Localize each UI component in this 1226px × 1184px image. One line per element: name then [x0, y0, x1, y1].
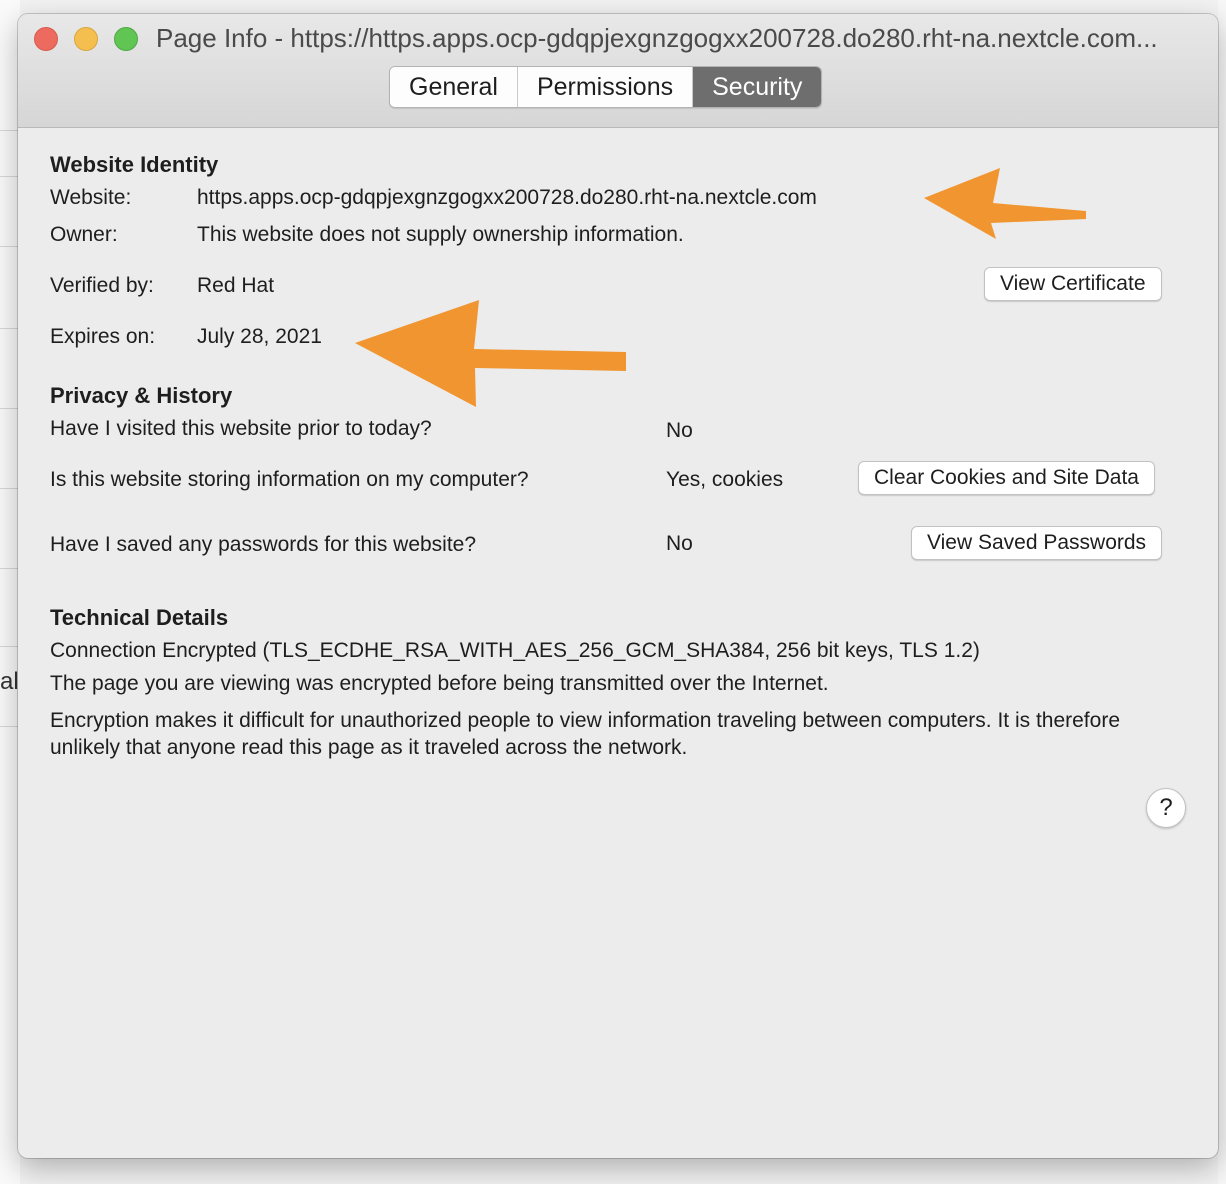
zoom-window-button[interactable]	[114, 27, 138, 51]
background-divider	[0, 726, 20, 727]
background-text: al	[0, 668, 19, 695]
technical-details-heading: Technical Details	[50, 605, 229, 630]
background-window-right	[1218, 0, 1226, 1184]
background-divider	[0, 246, 20, 247]
background-divider	[0, 130, 20, 131]
encrypted-transmission-text: The page you are viewing was encrypted b…	[50, 672, 829, 695]
minimize-window-button[interactable]	[74, 27, 98, 51]
tab-security[interactable]: Security	[693, 67, 822, 107]
view-saved-passwords-button[interactable]: View Saved Passwords	[911, 526, 1163, 560]
security-panel: Website Identity Website: https.apps.ocp…	[18, 128, 1218, 1158]
passwords-question: Have I saved any passwords for this webs…	[50, 533, 477, 556]
background-divider	[0, 568, 20, 569]
website-annotation-arrow-icon	[924, 168, 1086, 239]
expiry-annotation-arrow-icon	[355, 300, 626, 407]
background-divider	[0, 176, 20, 177]
help-button[interactable]: ?	[1146, 788, 1186, 828]
background-window	[0, 0, 20, 1184]
title-bar: Page Info - https://https.apps.ocp-gdqpj…	[18, 14, 1218, 128]
passwords-answer: No	[666, 532, 693, 555]
window-title: Page Info - https://https.apps.ocp-gdqpj…	[156, 23, 1158, 53]
encryption-explanation-text: Encryption makes it difficult for unauth…	[50, 709, 1120, 759]
background-divider	[0, 328, 20, 329]
tab-bar: General Permissions Security	[389, 66, 823, 108]
close-window-button[interactable]	[34, 27, 58, 51]
tab-permissions[interactable]: Permissions	[517, 67, 694, 107]
page-info-window: Page Info - https://https.apps.ocp-gdqpj…	[18, 14, 1218, 1158]
background-divider	[0, 408, 20, 409]
background-divider	[0, 646, 20, 647]
connection-encrypted-text: Connection Encrypted (TLS_ECDHE_RSA_WITH…	[50, 639, 980, 662]
tab-general[interactable]: General	[390, 67, 518, 107]
background-divider	[0, 488, 20, 489]
annotation-arrows	[355, 168, 1086, 407]
